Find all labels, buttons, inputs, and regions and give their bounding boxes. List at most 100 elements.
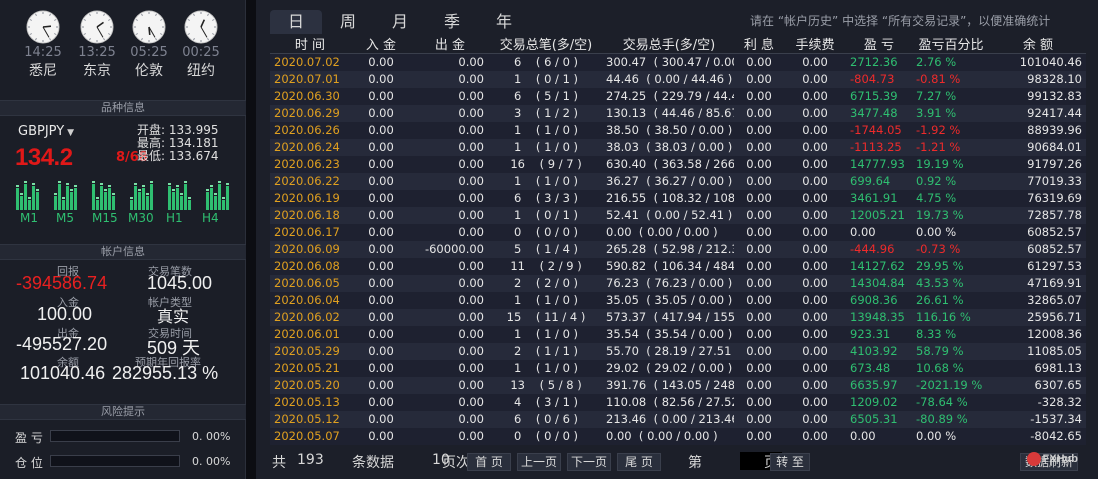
tab-week[interactable]: 周: [322, 10, 374, 34]
table-row[interactable]: 2020.06.17 0.00 0.00 0 ( 0 / 0 ) 0.00 ( 0.00…: [270, 223, 1086, 241]
trade-count: 16: [510, 157, 525, 171]
column-header[interactable]: 出 金: [412, 34, 488, 54]
table-row[interactable]: 2020.06.29 0.00 0.00 3 ( 1 / 2 ) 130.13 ( 44…: [270, 104, 1086, 122]
lots-total: 274.25: [606, 89, 647, 103]
pl-cell: 0.00: [846, 223, 912, 241]
column-header[interactable]: 交易总手(多/空): [604, 34, 734, 54]
first-page-button[interactable]: 首 页: [467, 453, 511, 471]
trade-count-long-short: ( 1 / 1 ): [535, 344, 579, 358]
clock-city: 东京: [83, 63, 111, 79]
date-cell: 2020.05.07: [270, 427, 350, 445]
trade-count-long-short: ( 0 / 1 ): [535, 208, 579, 222]
trade-count: 6: [513, 55, 522, 70]
table-row[interactable]: 2020.05.20 0.00 0.00 13 ( 5 / 8 ) 391.76 ( 1…: [270, 376, 1086, 394]
table-row[interactable]: 2020.05.29 0.00 0.00 2 ( 1 / 1 ) 55.70 ( 28.…: [270, 342, 1086, 360]
balance-cell: 25956.71: [990, 308, 1086, 326]
goto-button[interactable]: 转 至: [770, 453, 810, 471]
trade-count-long-short: ( 6 / 0 ): [535, 55, 579, 70]
trade-count-long-short: ( 5 / 8 ): [539, 378, 582, 392]
hint-text: 请在 “帐户历史” 中选择 “所有交易记录”，以便准确统计: [750, 14, 1051, 28]
lots-cell: 130.13 ( 44.46 / 85.67 ): [604, 104, 734, 122]
table-row[interactable]: 2020.05.13 0.00 0.00 4 ( 3 / 1 ) 110.08 ( 82…: [270, 393, 1086, 411]
timeframe-m15[interactable]: M15: [92, 211, 118, 225]
trade-count-cell: 11 ( 2 / 9 ): [488, 257, 604, 275]
column-header[interactable]: 入 金: [350, 34, 412, 54]
lots-long-short: ( 82.56 / 27.52 ): [653, 395, 734, 409]
table-row[interactable]: 2020.05.21 0.00 0.00 1 ( 1 / 0 ) 29.02 ( 29.…: [270, 359, 1086, 377]
pl-cell: 2712.36: [846, 53, 912, 71]
table-row[interactable]: 2020.05.12 0.00 0.00 6 ( 0 / 6 ) 213.46 ( 0.…: [270, 410, 1086, 428]
prev-page-button[interactable]: 上一页: [517, 453, 561, 471]
table-row[interactable]: 2020.06.22 0.00 0.00 1 ( 1 / 0 ) 36.27 ( 36.…: [270, 172, 1086, 190]
lots-cell: 35.05 ( 35.05 / 0.00 ): [604, 291, 734, 309]
trade-count-cell: 1 ( 0 / 1 ): [488, 206, 604, 224]
tab-year[interactable]: 年: [478, 10, 530, 34]
timeframe-h1[interactable]: H1: [166, 211, 183, 225]
symbol-name: GBPJPY: [18, 124, 65, 139]
risk-label-pl: 盈 亏: [15, 431, 43, 445]
table-row[interactable]: 2020.06.26 0.00 0.00 1 ( 1 / 0 ) 38.50 ( 38.…: [270, 121, 1086, 139]
tab-month[interactable]: 月: [374, 10, 426, 34]
balance-cell: 76319.69: [990, 189, 1086, 207]
column-header[interactable]: 盈亏百分比: [912, 34, 990, 54]
deposit-cell: 0.00: [350, 104, 412, 122]
table-row[interactable]: 2020.07.02 0.00 0.00 6 ( 6 / 0 ) 300.47 ( 30…: [270, 53, 1086, 71]
date-cell: 2020.05.20: [270, 376, 350, 394]
interest-cell: 0.00: [734, 342, 784, 360]
pl-cell: 14127.62: [846, 257, 912, 275]
timeframe-h4[interactable]: H4: [202, 211, 219, 225]
balance-cell: -1537.34: [990, 410, 1086, 428]
column-header[interactable]: 手续费: [784, 34, 846, 54]
table-row[interactable]: 2020.06.08 0.00 0.00 11 ( 2 / 9 ) 590.82 ( 1…: [270, 257, 1086, 275]
trade-count: 13: [510, 378, 525, 392]
trade-count-cell: 6 ( 0 / 6 ): [488, 410, 604, 428]
tab-quarter[interactable]: 季: [426, 10, 478, 34]
deposit-cell: 0.00: [350, 342, 412, 360]
table-row[interactable]: 2020.06.18 0.00 0.00 1 ( 0 / 1 ) 52.41 ( 0.0…: [270, 206, 1086, 224]
column-header[interactable]: 利 息: [734, 34, 784, 54]
balance-cell: 72857.78: [990, 206, 1086, 224]
table-row[interactable]: 2020.07.01 0.00 0.00 1 ( 0 / 1 ) 44.46 ( 0.0…: [270, 70, 1086, 88]
lots-long-short: ( 28.19 / 27.51 ): [646, 344, 734, 358]
table-row[interactable]: 2020.06.05 0.00 0.00 2 ( 2 / 0 ) 76.23 ( 76.…: [270, 274, 1086, 292]
timeframe-m1[interactable]: M1: [20, 211, 38, 225]
table-row[interactable]: 2020.06.04 0.00 0.00 1 ( 1 / 0 ) 35.05 ( 35.…: [270, 291, 1086, 309]
next-page-button[interactable]: 下一页: [567, 453, 611, 471]
lots-total: 391.76: [606, 378, 647, 392]
table-row[interactable]: 2020.06.19 0.00 0.00 6 ( 3 / 3 ) 216.55 ( 10…: [270, 189, 1086, 207]
trade-count-cell: 15 ( 11 / 4 ): [488, 308, 604, 326]
trade-count-long-short: ( 9 / 7 ): [539, 157, 582, 171]
symbol-selector[interactable]: GBPJPY ▼: [18, 124, 74, 139]
last-page-button[interactable]: 尾 页: [617, 453, 661, 471]
table-row[interactable]: 2020.06.30 0.00 0.00 6 ( 5 / 1 ) 274.25 ( 22…: [270, 87, 1086, 105]
trade-count-cell: 3 ( 1 / 2 ): [488, 104, 604, 122]
pl-pct-cell: 0.92 %: [912, 172, 990, 190]
pl-cell: 1209.02: [846, 393, 912, 411]
lots-long-short: ( 44.46 / 85.67 ): [653, 106, 734, 120]
timeframe-m5[interactable]: M5: [56, 211, 74, 225]
balance-value: 101040.46: [20, 363, 106, 383]
panel-splitter[interactable]: [246, 0, 256, 479]
column-header[interactable]: 余 额: [990, 34, 1086, 54]
trade-count-long-short: ( 11 / 4 ): [535, 310, 586, 324]
trade-count-long-short: ( 1 / 4 ): [535, 242, 579, 256]
table-row[interactable]: 2020.05.07 0.00 0.00 0 ( 0 / 0 ) 0.00 ( 0.00…: [270, 427, 1086, 445]
column-header[interactable]: 时 间: [270, 34, 350, 54]
column-header[interactable]: 盈 亏: [846, 34, 912, 54]
timeframe-m30[interactable]: M30: [128, 211, 154, 225]
column-header[interactable]: 交易总笔(多/空): [488, 34, 604, 54]
table-row[interactable]: 2020.06.23 0.00 0.00 16 ( 9 / 7 ) 630.40 ( 3…: [270, 155, 1086, 173]
deposit-cell: 0.00: [350, 138, 412, 156]
balance-cell: 47169.91: [990, 274, 1086, 292]
pl-pct-cell: 0.00 %: [912, 223, 990, 241]
table-row[interactable]: 2020.06.02 0.00 0.00 15 ( 11 / 4 ) 573.37 ( …: [270, 308, 1086, 326]
interest-cell: 0.00: [734, 240, 784, 258]
trade-count-cell: 1 ( 1 / 0 ): [488, 138, 604, 156]
pl-pct-cell: 26.61 %: [912, 291, 990, 309]
tab-day[interactable]: 日: [270, 10, 322, 34]
table-row[interactable]: 2020.06.09 0.00 -60000.00 5 ( 1 / 4 ) 265.28…: [270, 240, 1086, 258]
table-row[interactable]: 2020.06.24 0.00 0.00 1 ( 1 / 0 ) 38.03 ( 38.…: [270, 138, 1086, 156]
table-row[interactable]: 2020.06.01 0.00 0.00 1 ( 1 / 0 ) 35.54 ( 35.…: [270, 325, 1086, 343]
lots-cell: 38.03 ( 38.03 / 0.00 ): [604, 138, 734, 156]
deposit-cell: 0.00: [350, 87, 412, 105]
